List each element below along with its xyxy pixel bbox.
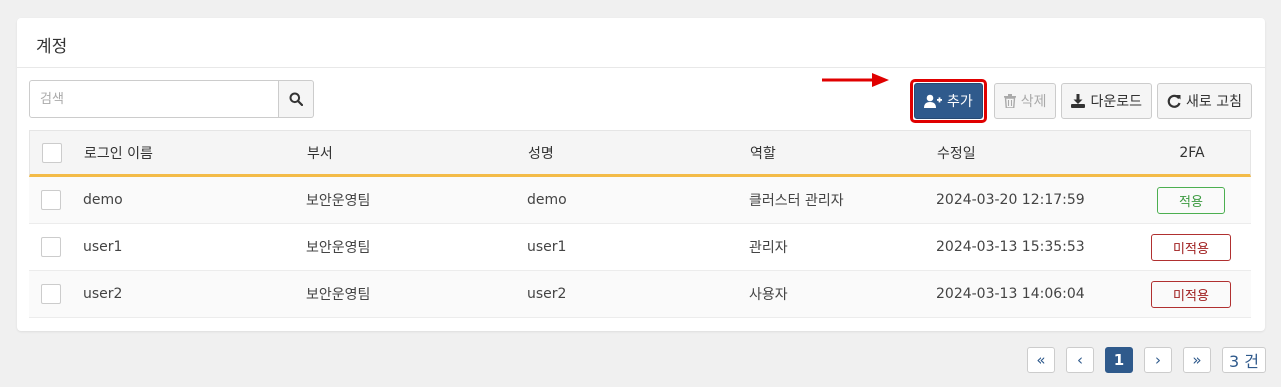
search-icon <box>289 92 303 106</box>
cell-2fa: 적용 <box>1144 186 1238 214</box>
refresh-icon <box>1167 94 1181 108</box>
table-row[interactable]: demo 보안운영팀 demo 클러스터 관리자 2024-03-20 12:1… <box>29 177 1251 224</box>
add-button[interactable]: 추가 <box>913 83 983 119</box>
header-dept[interactable]: 부서 <box>307 143 333 163</box>
refresh-button-label: 새로 고침 <box>1186 94 1242 110</box>
status-badge: 미적용 <box>1151 280 1231 308</box>
header-name[interactable]: 성명 <box>528 143 554 163</box>
download-button-label: 다운로드 <box>1090 94 1143 110</box>
add-button-label: 추가 <box>946 94 973 110</box>
search-input[interactable] <box>29 80 279 118</box>
download-button[interactable]: 다운로드 <box>1061 83 1153 119</box>
prev-page-button[interactable]: ‹ <box>1066 347 1094 373</box>
cell-role: 클러스터 관리자 <box>749 193 844 209</box>
first-page-button[interactable]: « <box>1027 347 1055 373</box>
cell-2fa: 미적용 <box>1144 280 1238 308</box>
cell-dept: 보안운영팀 <box>306 193 371 209</box>
header-modified[interactable]: 수정일 <box>937 143 976 163</box>
row-checkbox[interactable] <box>41 190 61 210</box>
select-all-checkbox[interactable] <box>42 142 62 163</box>
toolbar: 추가 삭제 다운로드 새로 고침 <box>909 79 1252 123</box>
next-page-button[interactable]: › <box>1144 347 1172 373</box>
cell-name: user1 <box>527 239 567 255</box>
status-badge: 미적용 <box>1151 233 1231 261</box>
cell-modified: 2024-03-13 15:35:53 <box>936 239 1085 255</box>
row-checkbox[interactable] <box>41 237 61 257</box>
search-group <box>29 80 314 118</box>
cell-login: demo <box>83 192 123 208</box>
highlight-box: 추가 <box>909 79 987 123</box>
search-button[interactable] <box>279 80 314 118</box>
header-2fa[interactable]: 2FA <box>1145 145 1239 161</box>
row-checkbox[interactable] <box>41 284 61 304</box>
delete-button[interactable]: 삭제 <box>993 83 1057 119</box>
cell-2fa: 미적용 <box>1144 233 1238 261</box>
user-plus-icon <box>923 94 942 108</box>
trash-icon <box>1003 94 1016 108</box>
download-icon <box>1071 94 1086 108</box>
pagination: « ‹ 1 › » 3 건 <box>1027 347 1266 373</box>
status-badge: 적용 <box>1157 186 1225 214</box>
cell-modified: 2024-03-13 14:06:04 <box>936 286 1085 302</box>
refresh-button[interactable]: 새로 고침 <box>1157 83 1252 119</box>
panel-title: 계정 <box>17 18 1265 68</box>
cell-role: 사용자 <box>749 287 788 303</box>
cell-modified: 2024-03-20 12:17:59 <box>936 192 1085 208</box>
cell-name: user2 <box>527 286 567 302</box>
accounts-panel: 계정 추가 <box>17 18 1265 331</box>
accounts-table: 로그인 이름 부서 성명 역할 수정일 2FA demo 보안운영팀 demo … <box>29 130 1251 318</box>
last-page-button[interactable]: » <box>1183 347 1211 373</box>
cell-dept: 보안운영팀 <box>306 287 371 303</box>
red-arrow-icon <box>822 73 889 87</box>
cell-role: 관리자 <box>749 240 788 256</box>
cell-login: user1 <box>83 239 123 255</box>
table-row[interactable]: user1 보안운영팀 user1 관리자 2024-03-13 15:35:5… <box>29 224 1251 271</box>
cell-login: user2 <box>83 286 123 302</box>
table-row[interactable]: user2 보안운영팀 user2 사용자 2024-03-13 14:06:0… <box>29 271 1251 318</box>
table-header: 로그인 이름 부서 성명 역할 수정일 2FA <box>29 130 1251 177</box>
header-login[interactable]: 로그인 이름 <box>84 143 153 163</box>
header-role[interactable]: 역할 <box>750 143 776 163</box>
cell-name: demo <box>527 192 567 208</box>
cell-dept: 보안운영팀 <box>306 240 371 256</box>
total-count: 3 건 <box>1222 347 1266 373</box>
delete-button-label: 삭제 <box>1020 94 1047 110</box>
page-1-button[interactable]: 1 <box>1105 347 1133 373</box>
